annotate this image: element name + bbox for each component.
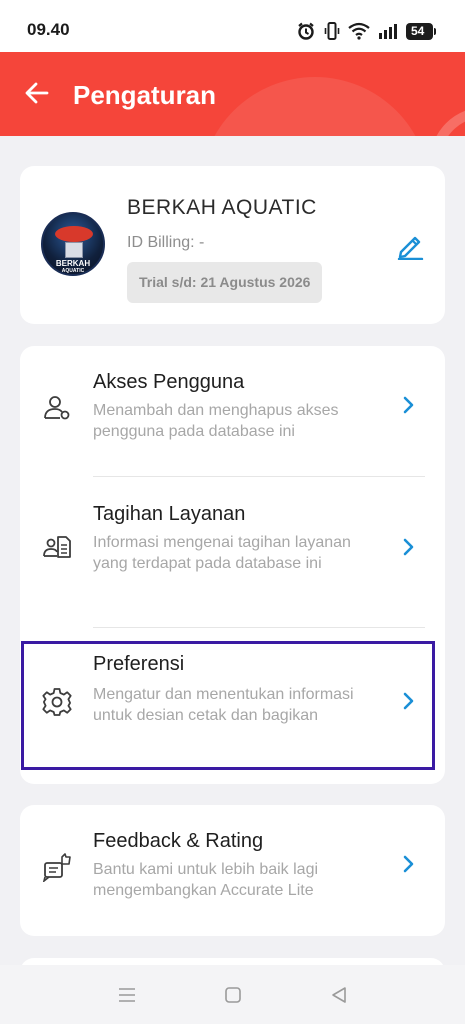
menu-item-description: Informasi mengenai tagihan layanan yang … (93, 534, 351, 572)
alarm-icon (296, 21, 316, 41)
battery-icon: 54 (406, 22, 436, 40)
chevron-right-icon (399, 854, 419, 874)
chevron-right-icon (399, 537, 419, 557)
highlight-box (21, 641, 435, 770)
chevron-right-icon (399, 395, 419, 415)
arrow-left-icon (25, 82, 49, 109)
menu-icon[interactable] (116, 984, 138, 1006)
avatar-brand-subtext: AQUATIC (61, 268, 85, 274)
home-icon[interactable] (222, 984, 244, 1006)
edit-profile-button[interactable] (393, 230, 427, 264)
back-icon[interactable] (328, 984, 350, 1006)
menu-item-title: Akses Pengguna (93, 371, 245, 393)
trial-badge: Trial s/d: 21 Agustus 2026 (127, 262, 323, 303)
avatar-brand-text: BERKAH (55, 259, 91, 268)
menu-item-title: Tagihan Layanan (93, 503, 246, 525)
menu-item-feedback[interactable]: Feedback & Rating Bantu kami untuk lebih… (20, 805, 445, 936)
status-icons: 54 (296, 20, 436, 42)
feedback-icon (39, 849, 75, 885)
status-bar: 09.40 54 (0, 0, 465, 52)
profile-card[interactable]: BERKAH AQUATIC BERKAH AQUATIC ID Billing… (20, 166, 445, 324)
page-title: Pengaturan (73, 80, 217, 110)
pencil-icon (395, 230, 425, 265)
status-time: 09.40 (27, 20, 70, 39)
tank-logo-shape (65, 242, 83, 258)
company-name: BERKAH AQUATIC (127, 196, 317, 219)
billing-document-icon (39, 529, 75, 565)
feedback-card: Feedback & Rating Bantu kami untuk lebih… (20, 805, 445, 936)
back-button[interactable] (18, 76, 56, 114)
billing-id: ID Billing: - (127, 234, 205, 251)
menu-item-description: Menambah dan menghapus akses pengguna pa… (93, 402, 339, 440)
header-decoration-ring (430, 107, 465, 136)
fish-logo-shape (55, 226, 93, 242)
menu-item-description: Bantu kami untuk lebih baik lagi mengemb… (93, 861, 319, 899)
signal-icon (378, 23, 398, 39)
wifi-icon (348, 22, 370, 40)
vibrate-icon (324, 21, 340, 41)
header-decoration (200, 77, 430, 136)
user-access-icon (39, 390, 75, 426)
system-nav-bar (0, 965, 465, 1024)
app-bar: Pengaturan (0, 52, 465, 136)
menu-item-tagihan-layanan[interactable]: Tagihan Layanan Informasi mengenai tagih… (20, 477, 445, 627)
menu-item-title: Feedback & Rating (93, 830, 264, 852)
menu-item-akses-pengguna[interactable]: Akses Pengguna Menambah dan menghapus ak… (20, 346, 445, 476)
avatar: BERKAH AQUATIC (41, 212, 105, 276)
